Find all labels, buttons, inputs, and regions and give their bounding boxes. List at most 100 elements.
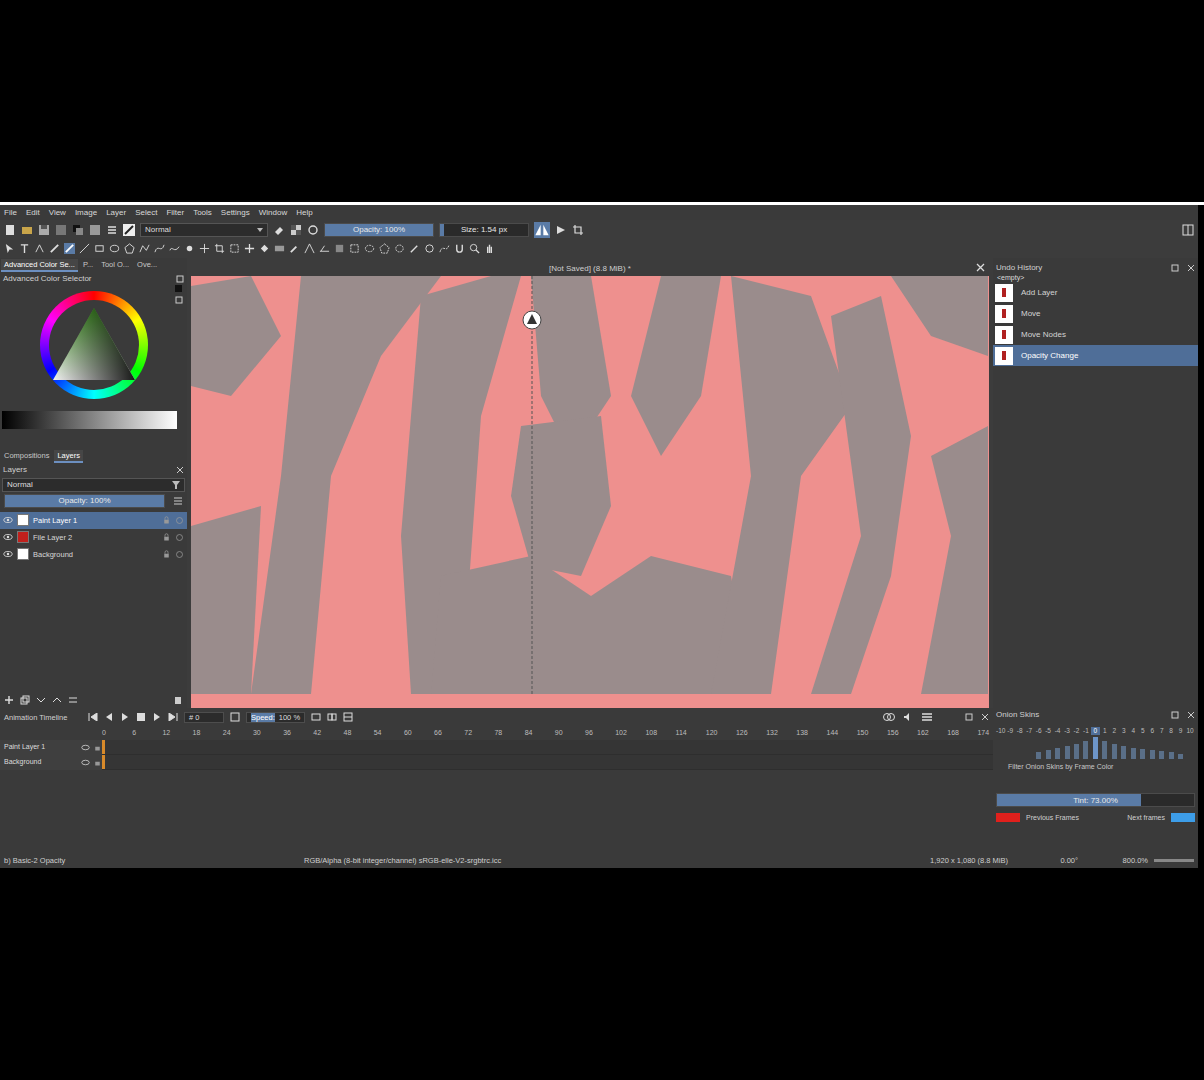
layer-row[interactable]: Paint Layer 1 [0, 512, 187, 529]
edit-shapes-icon[interactable] [34, 243, 45, 254]
next-color-swatch[interactable] [1171, 813, 1195, 822]
gradient-icon[interactable] [55, 224, 67, 236]
onion-frame-number[interactable]: 7 [1157, 727, 1166, 735]
play-icon[interactable] [120, 713, 130, 721]
onion-bar-track[interactable] [1166, 737, 1175, 759]
undo-item[interactable]: Move Nodes [993, 324, 1198, 345]
onion-bar-track[interactable] [1081, 737, 1090, 759]
tint-slider[interactable]: Tint: 73.00% [996, 793, 1195, 807]
rect-select-icon[interactable] [349, 243, 360, 254]
speed-field[interactable]: Speed:100 % [246, 712, 305, 723]
bezier-select-icon[interactable] [439, 243, 450, 254]
menu-item[interactable]: Edit [26, 208, 40, 218]
calligraphy-icon[interactable] [49, 243, 60, 254]
similar-select-icon[interactable] [424, 243, 435, 254]
onion-frame-number[interactable]: 9 [1176, 727, 1185, 735]
blend-mode-dropdown[interactable]: Normal [140, 223, 268, 237]
onion-frame-number[interactable]: 1 [1100, 727, 1109, 735]
undo-item[interactable]: Add Layer [993, 282, 1198, 303]
onion-frame-number[interactable]: 4 [1129, 727, 1138, 735]
line-icon[interactable] [79, 243, 90, 254]
playhead[interactable] [102, 755, 105, 769]
onion-frame-number[interactable]: -7 [1024, 727, 1033, 735]
eye-icon[interactable] [3, 515, 13, 525]
color-picker-icon[interactable] [289, 243, 300, 254]
float-icon[interactable] [1171, 264, 1179, 272]
move-down-icon[interactable] [36, 695, 46, 705]
timeline-layer[interactable]: Background [0, 755, 102, 770]
onion-frame-number[interactable]: -10 [996, 727, 1005, 735]
move-up-icon[interactable] [52, 695, 62, 705]
layer-row[interactable]: File Layer 2 [0, 529, 187, 546]
menu-item[interactable]: Filter [166, 208, 184, 218]
reference-icon[interactable] [334, 243, 345, 254]
last-frame-icon[interactable] [168, 713, 178, 721]
next-frame-icon[interactable] [152, 713, 162, 721]
lock-icon[interactable] [93, 758, 102, 767]
menu-item[interactable]: Help [296, 208, 312, 218]
size-slider[interactable]: Size: 1.54 px [439, 223, 529, 237]
float-icon[interactable] [176, 275, 184, 283]
drop-frames-icon[interactable] [230, 712, 240, 722]
select-shapes-icon[interactable] [4, 243, 15, 254]
eye-icon[interactable] [3, 532, 13, 542]
insert-icon[interactable] [311, 712, 321, 722]
freehand-select-icon[interactable] [394, 243, 405, 254]
onion-frame-number[interactable]: -1 [1081, 727, 1090, 735]
timeline-row[interactable]: Background [0, 755, 993, 770]
onion-frame-number[interactable]: -6 [1034, 727, 1043, 735]
mirror-icon[interactable] [534, 222, 550, 238]
frame-field[interactable]: # 0 [184, 712, 224, 723]
alpha-icon[interactable] [175, 516, 184, 525]
bezier-icon[interactable] [154, 243, 165, 254]
layer-opacity-slider[interactable]: Opacity: 100% [4, 494, 165, 508]
onion-bar-track[interactable] [1053, 737, 1062, 759]
onion-frame-number[interactable]: -8 [1015, 727, 1024, 735]
playhead[interactable] [102, 740, 105, 754]
close-icon[interactable] [176, 466, 184, 474]
onion-frame-number[interactable]: 0 [1091, 727, 1100, 735]
onion-bar-track[interactable] [1062, 737, 1071, 759]
delete-icon[interactable] [173, 695, 183, 705]
zoom-icon[interactable] [469, 243, 480, 254]
lock-icon[interactable] [162, 550, 171, 559]
menu-item[interactable]: View [49, 208, 66, 218]
brush-icon[interactable] [64, 243, 75, 254]
brush-settings-icon[interactable] [106, 224, 118, 236]
docker-tab[interactable]: Tool O... [98, 259, 132, 272]
settings-menu-icon[interactable] [921, 712, 933, 722]
onion-bar-track[interactable] [1005, 737, 1014, 759]
opacity-slider[interactable]: Opacity: 100% [324, 223, 434, 237]
pattern-icon[interactable] [89, 224, 101, 236]
duplicate-icon[interactable] [20, 695, 30, 705]
freehand-path-icon[interactable] [169, 243, 180, 254]
reload-icon[interactable] [307, 224, 319, 236]
menu-item[interactable]: Image [75, 208, 97, 218]
onion-bar-track[interactable] [1185, 737, 1194, 759]
onion-bar-track[interactable] [1015, 737, 1024, 759]
docker-tab[interactable]: Compositions [1, 450, 52, 463]
onion-bar-track[interactable] [1091, 737, 1100, 759]
ellipse-icon[interactable] [109, 243, 120, 254]
dynamic-brush-icon[interactable] [184, 243, 195, 254]
polygon-select-icon[interactable] [379, 243, 390, 254]
properties-icon[interactable] [68, 695, 78, 705]
polyline-icon[interactable] [139, 243, 150, 254]
ellipse-select-icon[interactable] [364, 243, 375, 254]
menu-item[interactable]: Layer [106, 208, 126, 218]
onion-bar-track[interactable] [1157, 737, 1166, 759]
brush-preset-icon[interactable] [123, 224, 135, 236]
menu-item[interactable]: Tools [193, 208, 212, 218]
onion-bar-track[interactable] [1110, 737, 1119, 759]
undo-empty-entry[interactable]: <empty> [993, 274, 1198, 282]
onion-frame-number[interactable]: 6 [1148, 727, 1157, 735]
onion-bar-track[interactable] [1024, 737, 1033, 759]
color-wheel[interactable] [40, 291, 148, 399]
workspace-icon[interactable] [1182, 224, 1194, 236]
open-icon[interactable] [21, 224, 33, 236]
menu-item[interactable]: Settings [221, 208, 250, 218]
eye-icon[interactable] [81, 758, 90, 767]
polygon-icon[interactable] [124, 243, 135, 254]
float-icon[interactable] [965, 713, 973, 721]
onion-frame-number[interactable]: 5 [1138, 727, 1147, 735]
